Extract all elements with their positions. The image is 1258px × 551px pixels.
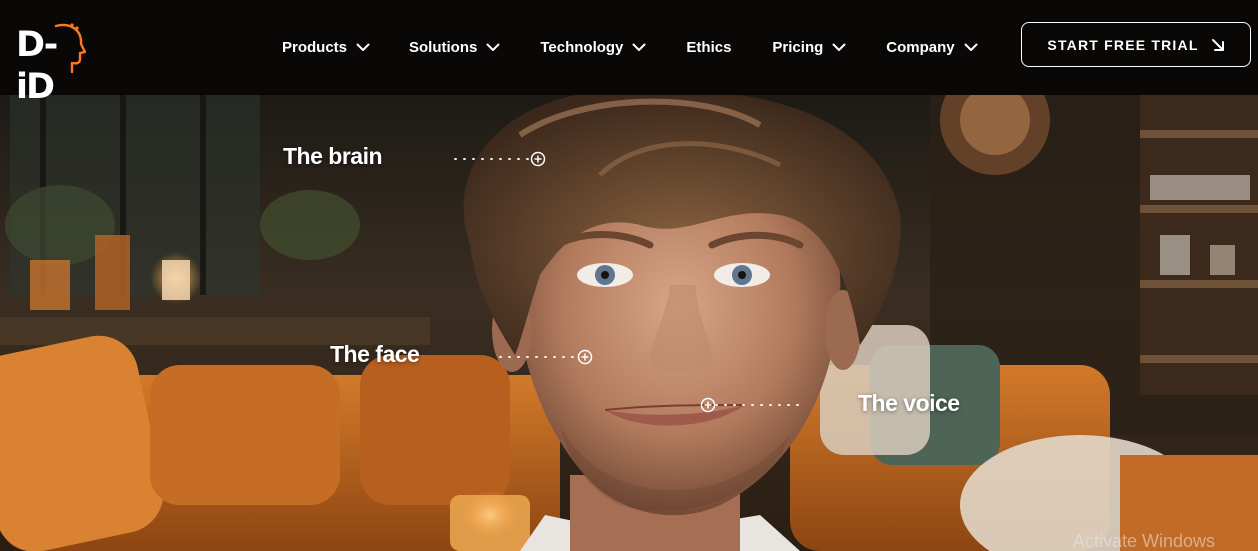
top-navbar: D-iD Products Solutions Technology Ethic… xyxy=(0,0,1258,107)
nav-item-label: Company xyxy=(886,38,955,56)
nav-item-pricing[interactable]: Pricing xyxy=(772,39,846,56)
main-menu: Products Solutions Technology Ethics Pri… xyxy=(282,36,978,58)
nav-item-label: Pricing xyxy=(772,38,824,56)
chevron-down-icon xyxy=(964,43,978,51)
chevron-down-icon xyxy=(832,43,846,51)
arrow-down-right-icon xyxy=(1211,38,1224,51)
start-free-trial-button[interactable]: START FREE TRIAL xyxy=(1021,22,1251,67)
nav-item-label: Ethics xyxy=(686,38,732,56)
brand-logo[interactable]: D-iD xyxy=(16,22,86,107)
plus-circle-icon[interactable] xyxy=(577,349,593,365)
feature-label-voice: The voice xyxy=(858,390,960,416)
nav-item-label: Solutions xyxy=(409,38,478,56)
hero-section: The brain The face The voice Activate Wi… xyxy=(0,95,1258,551)
plus-circle-icon[interactable] xyxy=(700,397,716,413)
feature-label-brain: The brain xyxy=(283,143,383,169)
head-profile-icon xyxy=(54,23,86,74)
activate-windows-watermark: Activate Windows xyxy=(1073,531,1216,551)
feature-label-face: The face xyxy=(330,341,420,367)
chevron-down-icon xyxy=(632,43,646,51)
trial-button-label: START FREE TRIAL xyxy=(1047,36,1199,53)
nav-item-label: Technology xyxy=(540,38,624,56)
plus-circle-icon[interactable] xyxy=(530,151,546,167)
nav-item-technology[interactable]: Technology xyxy=(540,39,646,56)
nav-item-products[interactable]: Products xyxy=(282,39,370,56)
nav-item-ethics[interactable]: Ethics xyxy=(686,39,731,56)
nav-item-label: Products xyxy=(282,38,348,56)
chevron-down-icon xyxy=(486,43,500,51)
chevron-down-icon xyxy=(356,43,370,51)
hero-image xyxy=(0,95,1258,551)
nav-item-solutions[interactable]: Solutions xyxy=(409,39,500,56)
nav-item-company[interactable]: Company xyxy=(886,38,978,56)
